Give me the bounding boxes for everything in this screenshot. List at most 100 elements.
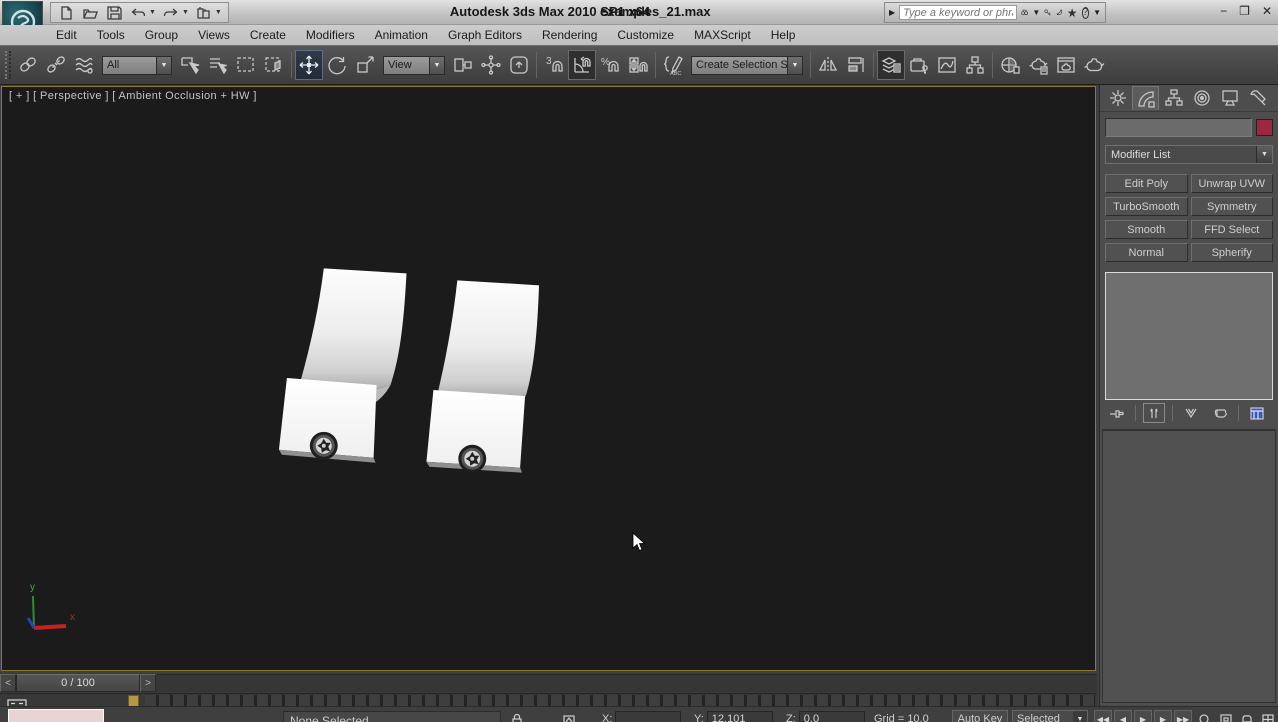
align-button[interactable] [842,50,870,80]
search-input[interactable] [899,5,1017,20]
select-and-move-button[interactable] [295,50,323,80]
menu-maxscript[interactable]: MAXScript [684,26,761,44]
go-to-end-button[interactable]: ▶▶ [1174,710,1192,722]
redo-button[interactable] [162,5,180,21]
undo-button[interactable] [129,5,147,21]
remove-modifier-button[interactable] [1209,403,1231,423]
layer-manager-button[interactable] [877,50,905,80]
select-object-button[interactable] [176,50,204,80]
wheel-right[interactable] [458,445,486,473]
pin-stack-button[interactable] [1106,403,1128,423]
zoom-extents-button[interactable] [1217,710,1235,722]
snaps-toggle-button[interactable]: 3 [540,50,568,80]
mirror-button[interactable] [814,50,842,80]
tab-modify[interactable] [1132,86,1159,110]
tab-utilities[interactable] [1244,86,1271,110]
menu-graph-editors[interactable]: Graph Editors [438,26,532,44]
material-editor-button[interactable] [996,50,1024,80]
modifier-ffd-select-button[interactable]: FFD Select [1191,220,1274,239]
communication-center-icon[interactable] [1056,6,1063,19]
menu-group[interactable]: Group [135,26,188,44]
schematic-view-button[interactable] [961,50,989,80]
next-key-button[interactable]: ▶ [1154,710,1172,722]
maxscript-mini-listener[interactable] [8,709,104,722]
x-value-field[interactable] [615,711,681,722]
modifier-stack-list[interactable] [1105,272,1273,400]
help-icon[interactable]: ? [1082,7,1090,19]
graphite-modeling-tools-button[interactable] [905,50,933,80]
menu-rendering[interactable]: Rendering [532,26,607,44]
search-options-icon[interactable]: ▼ [1032,8,1040,17]
menu-edit[interactable]: Edit [46,26,87,44]
quick-render-button[interactable] [1080,50,1108,80]
select-and-manipulate-button[interactable] [477,50,505,80]
model-object-left[interactable] [279,268,407,462]
toolbar-overflow-icon[interactable]: ▼ [215,9,222,16]
modifier-smooth-button[interactable]: Smooth [1105,220,1188,239]
pan-view-button[interactable] [1238,710,1256,722]
curve-editor-button[interactable] [933,50,961,80]
percent-snap-toggle-button[interactable]: % [596,50,624,80]
search-binoculars-icon[interactable] [1021,6,1028,19]
object-name-input[interactable] [1105,118,1252,137]
play-animation-button[interactable]: ▶ [1134,710,1152,722]
model-object-right[interactable] [426,280,539,472]
object-color-swatch[interactable] [1256,119,1273,136]
tab-motion[interactable] [1188,86,1215,110]
time-slider-handle[interactable]: 0 / 100 [16,674,140,692]
edit-named-selection-sets-button[interactable]: ABC [659,50,687,80]
modifier-turbosmooth-button[interactable]: TurboSmooth [1105,197,1188,216]
subscription-key-icon[interactable] [1044,6,1051,19]
next-frame-button[interactable]: > [140,674,156,692]
modifier-symmetry-button[interactable]: Symmetry [1191,197,1274,216]
spinner-snap-toggle-button[interactable] [624,50,652,80]
menu-tools[interactable]: Tools [87,26,135,44]
save-file-button[interactable] [105,5,123,21]
wheel-left[interactable] [310,432,338,460]
previous-frame-button[interactable]: < [0,674,16,692]
set-project-folder-button[interactable] [195,5,213,21]
new-scene-button[interactable] [57,5,75,21]
menu-create[interactable]: Create [240,26,296,44]
tab-hierarchy[interactable] [1160,86,1187,110]
selection-filter-dropdown[interactable]: All ▼ [102,56,172,75]
favorites-star-icon[interactable]: ★ [1067,6,1078,20]
absolute-offset-mode-toggle[interactable] [560,711,578,722]
select-and-link-button[interactable] [14,50,42,80]
go-to-start-button[interactable]: ◀◀ [1094,710,1112,722]
toolbar-drag-handle[interactable] [5,51,11,79]
make-unique-button[interactable] [1180,403,1202,423]
menu-help[interactable]: Help [761,26,806,44]
time-slider-track[interactable] [156,674,1097,692]
configure-modifier-sets-button[interactable] [1246,403,1268,423]
menu-modifiers[interactable]: Modifiers [296,26,365,44]
modifier-normal-button[interactable]: Normal [1105,243,1188,262]
restore-button[interactable]: ❐ [1239,4,1250,18]
show-end-result-button[interactable] [1143,403,1165,423]
keyboard-shortcut-override-button[interactable] [505,50,533,80]
selection-lock-toggle[interactable] [508,711,526,722]
tab-display[interactable] [1216,86,1243,110]
rectangular-selection-region-button[interactable] [232,50,260,80]
named-selection-sets-dropdown[interactable]: Create Selection Se ▼ [691,56,803,75]
menu-views[interactable]: Views [188,26,240,44]
angle-snap-toggle-button[interactable] [568,50,596,80]
close-button[interactable]: ✕ [1262,4,1272,18]
modifier-edit-poly-button[interactable]: Edit Poly [1105,174,1188,193]
menu-animation[interactable]: Animation [365,26,438,44]
open-file-button[interactable] [81,5,99,21]
perspective-viewport[interactable]: [ + ] [ Perspective ] [ Ambient Occlusio… [1,86,1096,671]
use-pivot-point-center-button[interactable] [449,50,477,80]
bind-to-space-warp-button[interactable] [70,50,98,80]
select-by-name-button[interactable] [204,50,232,80]
previous-key-button[interactable]: ◀ [1114,710,1132,722]
z-value-field[interactable]: 0.0 [799,711,865,722]
render-setup-button[interactable] [1024,50,1052,80]
auto-key-button[interactable]: Auto Key [952,710,1008,722]
y-value-field[interactable]: 12.101 [707,711,773,722]
tab-create[interactable] [1104,86,1131,110]
window-crossing-toggle-button[interactable] [260,50,288,80]
help-dropdown-icon[interactable]: ▼ [1093,8,1101,17]
select-and-scale-button[interactable] [351,50,379,80]
minimize-button[interactable]: − [1220,4,1227,18]
